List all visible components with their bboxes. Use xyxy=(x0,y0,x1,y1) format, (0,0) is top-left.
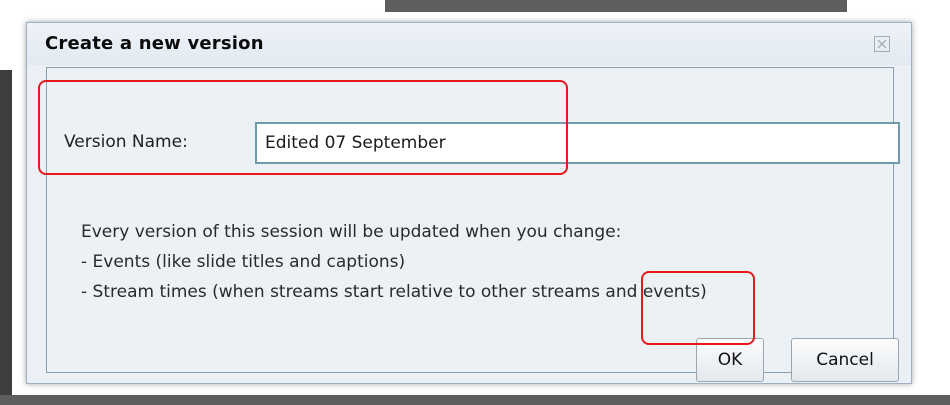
version-name-label: Version Name: xyxy=(64,132,188,152)
dialog-titlebar: Create a new version xyxy=(27,23,911,65)
create-version-dialog: Create a new version Version Name: Every… xyxy=(26,22,912,384)
info-line-2: - Events (like slide titles and captions… xyxy=(81,252,406,272)
info-line-1: Every version of this session will be up… xyxy=(81,222,622,242)
cancel-button[interactable]: Cancel xyxy=(791,338,899,382)
ok-button[interactable]: OK xyxy=(696,338,764,382)
info-line-3: - Stream times (when streams start relat… xyxy=(81,282,707,302)
dialog-title: Create a new version xyxy=(45,33,264,54)
close-icon[interactable] xyxy=(873,35,891,53)
version-name-input[interactable] xyxy=(255,122,900,164)
background-top-strip xyxy=(385,0,847,12)
background-left-strip xyxy=(0,70,12,405)
background-bottom-strip xyxy=(0,395,950,405)
dialog-content-panel: Version Name: Every version of this sess… xyxy=(46,67,900,382)
